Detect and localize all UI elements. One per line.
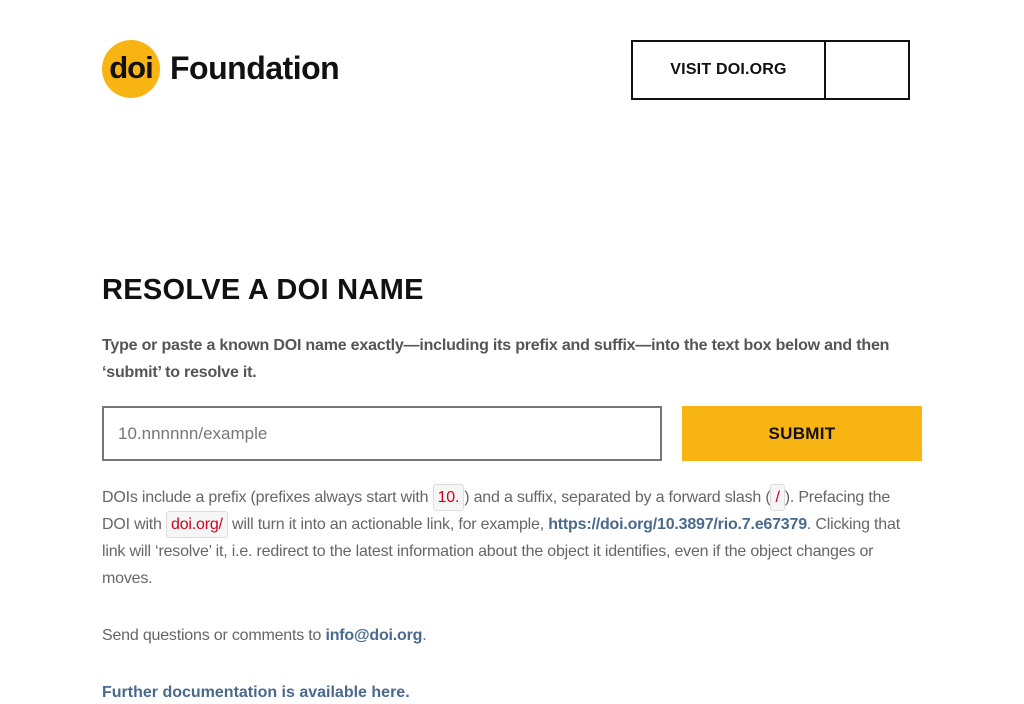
visit-doi-org-button[interactable]: VISIT DOI.ORG [633, 42, 826, 98]
doi-input[interactable] [102, 406, 662, 461]
doi-org-code: doi.org/ [166, 511, 228, 538]
help-text-4: will turn it into an actionable link, fo… [227, 516, 549, 533]
main-content: RESOLVE A DOI NAME Type or paste a known… [102, 272, 922, 704]
menu-button[interactable] [826, 42, 908, 98]
contact-label: Send questions or comments to [102, 627, 326, 644]
slash-code: / [770, 484, 785, 511]
resolve-form: SUBMIT [102, 406, 922, 462]
email-link[interactable]: info@doi.org [325, 627, 422, 644]
doi-foundation-logo[interactable]: doi Foundation [102, 40, 340, 98]
logo-wordmark: Foundation [170, 49, 340, 86]
prefix-code: 10. [432, 484, 465, 511]
page-title: RESOLVE A DOI NAME [102, 274, 424, 306]
logo-badge: doi [102, 40, 160, 98]
docs-paragraph: Further documentation is available here. [102, 679, 922, 704]
submit-button[interactable]: SUBMIT [682, 406, 922, 461]
help-text-2: ) and a suffix, separated by a forward s… [464, 489, 771, 506]
documentation-link[interactable]: Further documentation is available here. [102, 684, 410, 701]
contact-end: . [422, 627, 427, 644]
header-actions: VISIT DOI.ORG [631, 40, 910, 100]
site-header: doi Foundation VISIT DOI.ORG [102, 40, 910, 100]
logo-badge-text: doi [109, 49, 153, 85]
example-doi-link[interactable]: https://doi.org/10.3897/rio.7.e67379 [548, 516, 807, 533]
contact-text: Send questions or comments to info@doi.o… [102, 622, 922, 649]
doi-help-text: DOIs include a prefix (prefixes always s… [102, 484, 922, 592]
intro-text: Type or paste a known DOI name exactly—i… [102, 337, 890, 381]
help-text-1: DOIs include a prefix (prefixes always s… [102, 489, 433, 506]
